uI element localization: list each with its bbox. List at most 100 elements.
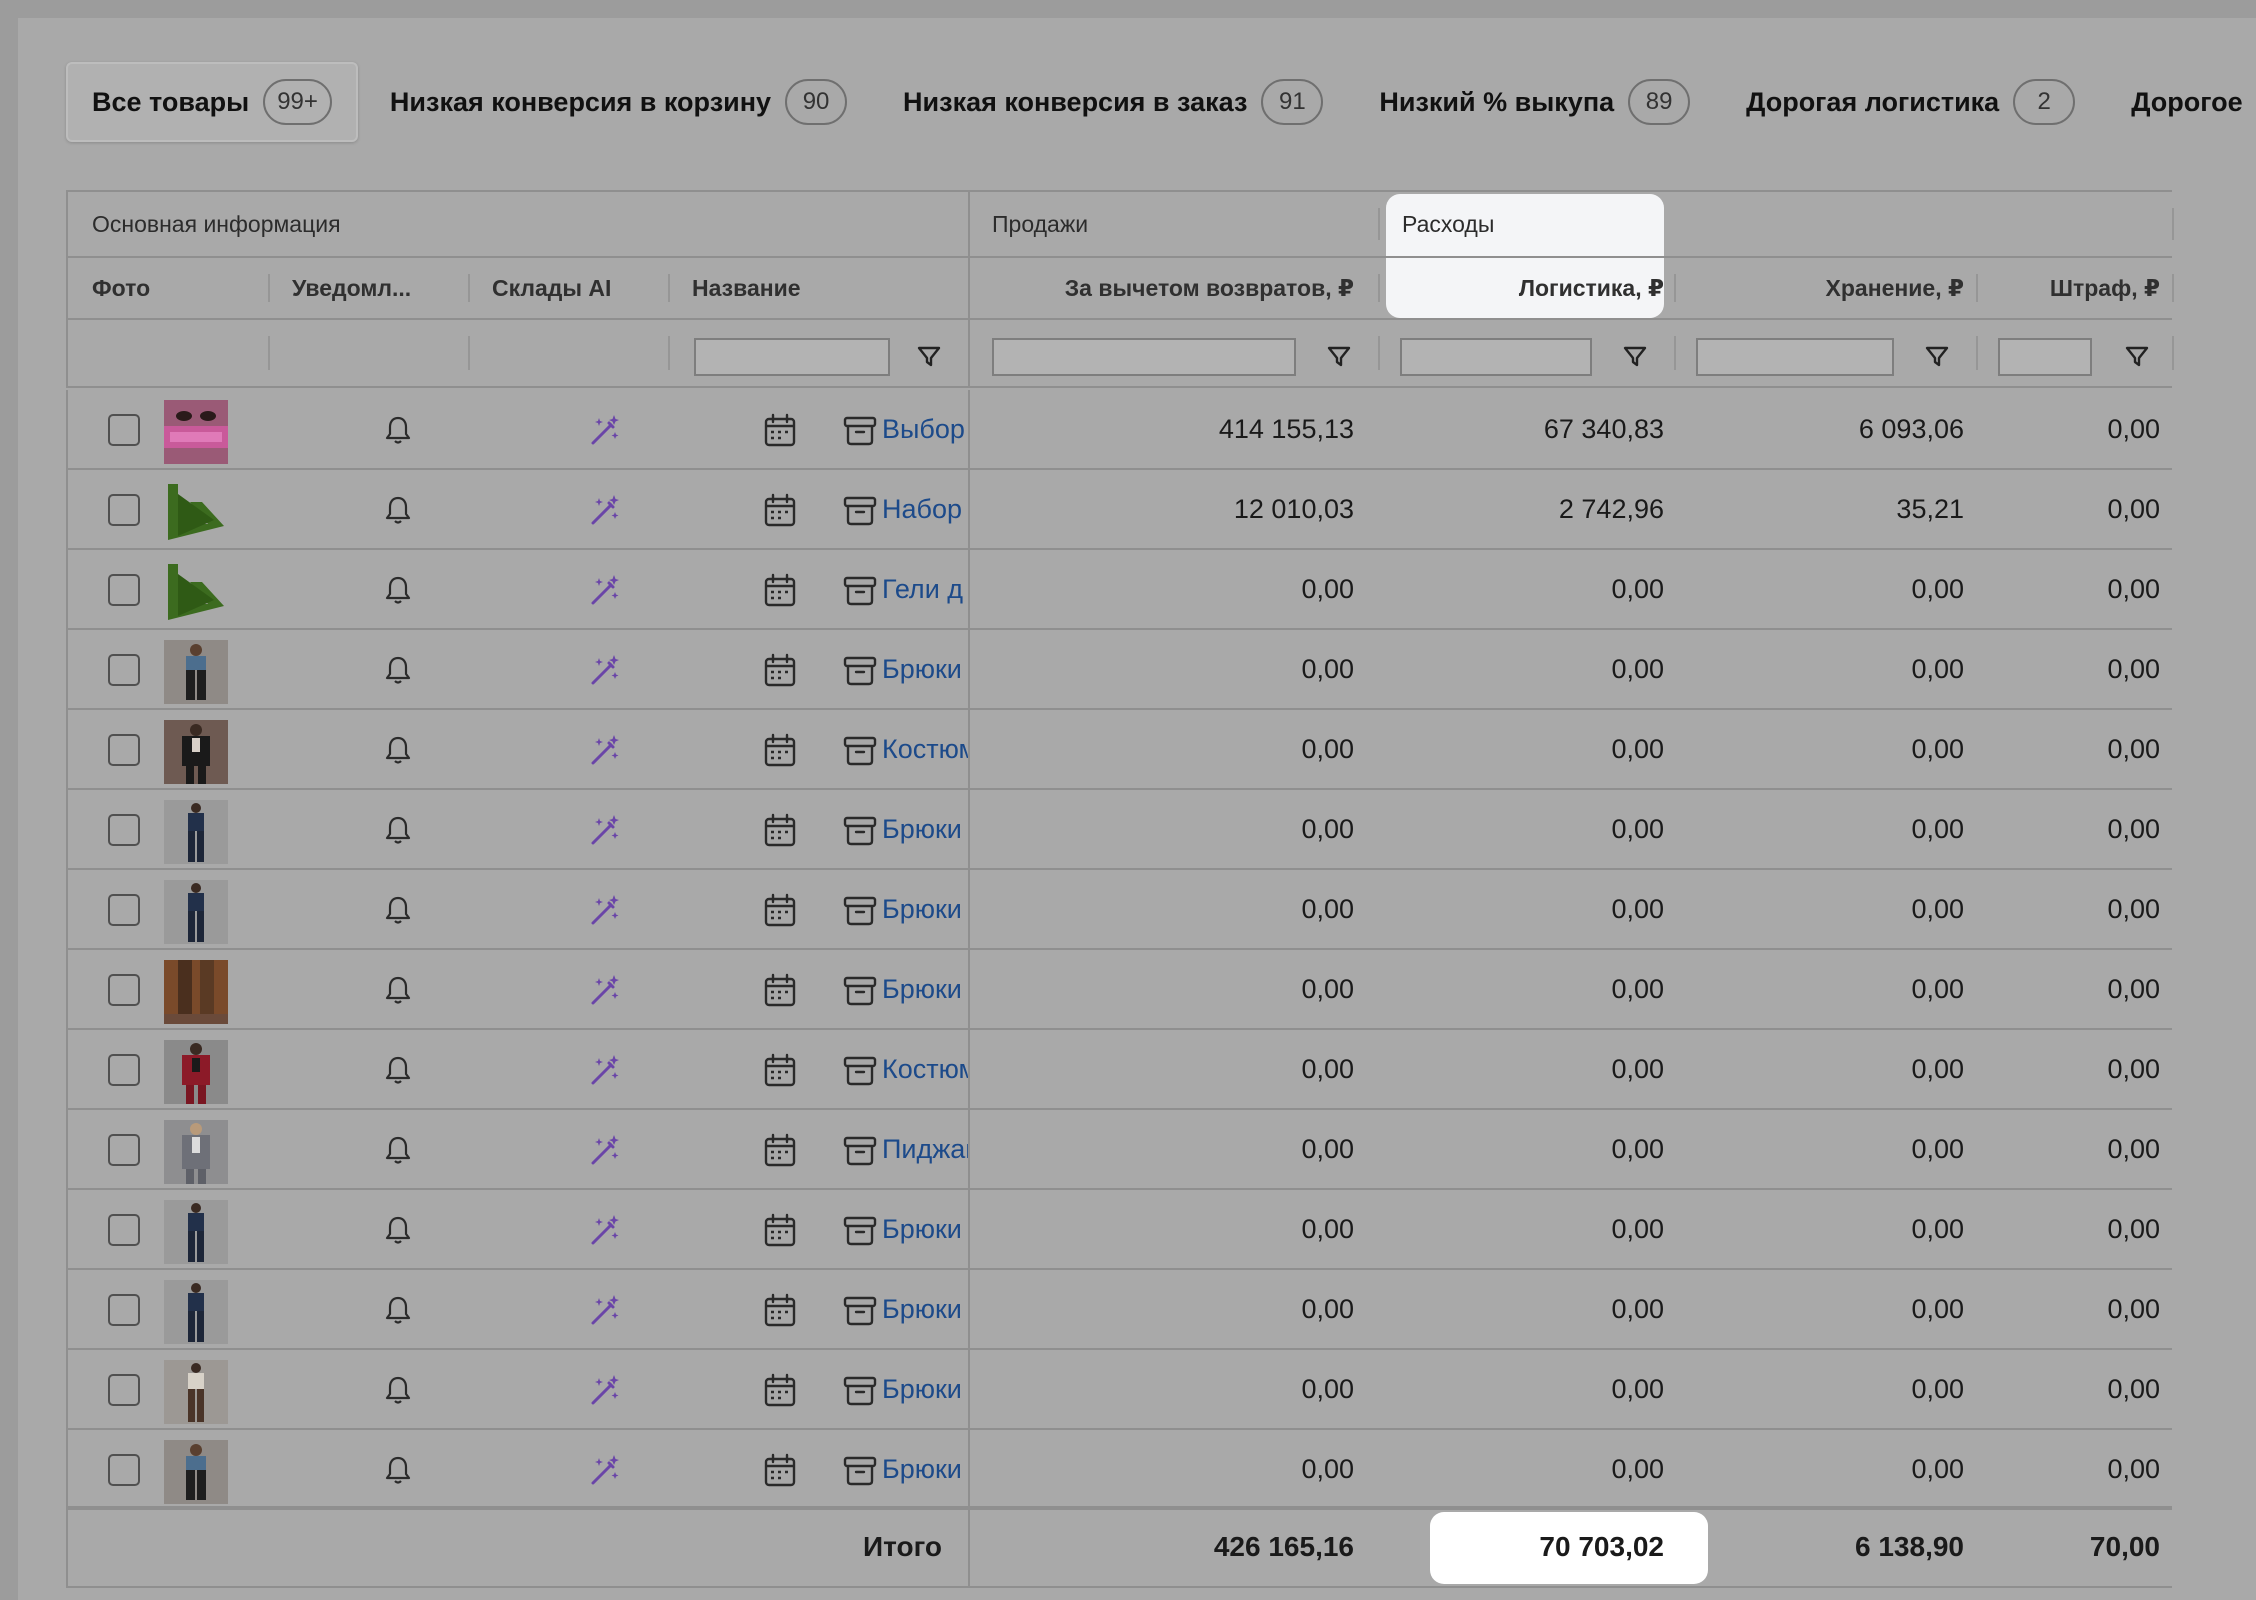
fine-filter-input[interactable] (1998, 338, 2092, 376)
product-name-link[interactable]: Брюки (882, 1190, 968, 1268)
product-thumbnail[interactable] (164, 640, 228, 704)
magic-wand-icon[interactable] (584, 1290, 624, 1330)
column-divider[interactable] (1378, 274, 1380, 302)
column-divider[interactable] (1674, 274, 1676, 302)
product-name-link[interactable]: Брюки (882, 790, 968, 868)
table-row[interactable]: Брюки 0,00 0,00 0,00 0,00 (66, 950, 2172, 1030)
product-name-link[interactable]: Брюки (882, 1270, 968, 1348)
col-fine[interactable]: Штраф, ₽ (1998, 258, 2160, 318)
calendar-icon[interactable] (760, 650, 800, 690)
row-checkbox[interactable] (108, 414, 140, 446)
product-thumbnail[interactable] (164, 1440, 228, 1504)
product-name-link[interactable]: Костюм (882, 1030, 968, 1108)
product-name-link[interactable]: Гели д (882, 550, 968, 628)
magic-wand-icon[interactable] (584, 810, 624, 850)
tab-expensive-cut[interactable]: Дорогое (2107, 62, 2242, 142)
bell-icon[interactable] (378, 1370, 418, 1410)
archive-icon[interactable] (840, 890, 880, 930)
magic-wand-icon[interactable] (584, 890, 624, 930)
bell-icon[interactable] (378, 410, 418, 450)
row-checkbox[interactable] (108, 1054, 140, 1086)
bell-icon[interactable] (378, 970, 418, 1010)
filter-icon[interactable] (1620, 338, 1650, 372)
column-divider[interactable] (1976, 274, 1978, 302)
net-sales-filter-input[interactable] (992, 338, 1296, 376)
tab-all-products[interactable]: Все товары 99+ (66, 62, 358, 142)
filter-icon[interactable] (1324, 338, 1354, 372)
product-thumbnail[interactable] (164, 480, 228, 544)
product-name-link[interactable]: Брюки (882, 950, 968, 1028)
product-name-link[interactable]: Набор (882, 470, 968, 548)
table-row[interactable]: Пиджак 0,00 0,00 0,00 0,00 (66, 1110, 2172, 1190)
magic-wand-icon[interactable] (584, 410, 624, 450)
bell-icon[interactable] (378, 490, 418, 530)
table-row[interactable]: Брюки 0,00 0,00 0,00 0,00 (66, 790, 2172, 870)
storage-filter-input[interactable] (1696, 338, 1894, 376)
table-row[interactable]: Брюки 0,00 0,00 0,00 0,00 (66, 1190, 2172, 1270)
product-name-link[interactable]: Костюм (882, 710, 968, 788)
calendar-icon[interactable] (760, 570, 800, 610)
row-checkbox[interactable] (108, 654, 140, 686)
archive-icon[interactable] (840, 490, 880, 530)
tab-expensive-logistics[interactable]: Дорогая логистика 2 (1722, 62, 2099, 142)
logistics-filter-input[interactable] (1400, 338, 1592, 376)
col-net-sales[interactable]: За вычетом возвратов, ₽ (992, 258, 1354, 318)
row-checkbox[interactable] (108, 814, 140, 846)
product-thumbnail[interactable] (164, 1120, 228, 1184)
product-thumbnail[interactable] (164, 880, 228, 944)
product-name-link[interactable]: Пиджак (882, 1110, 968, 1188)
col-logistics[interactable]: Логистика, ₽ (1402, 258, 1664, 318)
magic-wand-icon[interactable] (584, 1130, 624, 1170)
row-checkbox[interactable] (108, 1294, 140, 1326)
bell-icon[interactable] (378, 1130, 418, 1170)
bell-icon[interactable] (378, 570, 418, 610)
table-row[interactable]: Брюки 0,00 0,00 0,00 0,00 (66, 1350, 2172, 1430)
archive-icon[interactable] (840, 1290, 880, 1330)
row-checkbox[interactable] (108, 574, 140, 606)
magic-wand-icon[interactable] (584, 970, 624, 1010)
magic-wand-icon[interactable] (584, 490, 624, 530)
bell-icon[interactable] (378, 650, 418, 690)
archive-icon[interactable] (840, 1450, 880, 1490)
col-name[interactable]: Название (692, 258, 801, 318)
table-row[interactable]: Брюки 0,00 0,00 0,00 0,00 (66, 1270, 2172, 1350)
calendar-icon[interactable] (760, 490, 800, 530)
table-row[interactable]: Брюки 0,00 0,00 0,00 0,00 (66, 630, 2172, 710)
table-row[interactable]: Костюм 0,00 0,00 0,00 0,00 (66, 710, 2172, 790)
bell-icon[interactable] (378, 1210, 418, 1250)
calendar-icon[interactable] (760, 730, 800, 770)
product-thumbnail[interactable] (164, 960, 228, 1024)
column-divider[interactable] (268, 274, 270, 302)
tab-low-order-conversion[interactable]: Низкая конверсия в заказ 91 (879, 62, 1347, 142)
product-name-link[interactable]: Брюки (882, 1430, 968, 1508)
filter-icon[interactable] (2122, 338, 2152, 372)
calendar-icon[interactable] (760, 970, 800, 1010)
calendar-icon[interactable] (760, 1370, 800, 1410)
product-thumbnail[interactable] (164, 1280, 228, 1344)
row-checkbox[interactable] (108, 974, 140, 1006)
calendar-icon[interactable] (760, 1450, 800, 1490)
archive-icon[interactable] (840, 1370, 880, 1410)
tab-low-buyout[interactable]: Низкий % выкупа 89 (1355, 62, 1714, 142)
archive-icon[interactable] (840, 410, 880, 450)
magic-wand-icon[interactable] (584, 1370, 624, 1410)
calendar-icon[interactable] (760, 1050, 800, 1090)
archive-icon[interactable] (840, 810, 880, 850)
calendar-icon[interactable] (760, 410, 800, 450)
magic-wand-icon[interactable] (584, 1450, 624, 1490)
product-thumbnail[interactable] (164, 1200, 228, 1264)
bell-icon[interactable] (378, 1450, 418, 1490)
product-name-link[interactable]: Выбор (882, 390, 968, 468)
table-row[interactable]: Костюм 0,00 0,00 0,00 0,00 (66, 1030, 2172, 1110)
table-row[interactable]: Брюки 0,00 0,00 0,00 0,00 (66, 870, 2172, 950)
table-row[interactable]: Выбор 414 155,13 67 340,83 6 093,06 0,00 (66, 390, 2172, 470)
calendar-icon[interactable] (760, 1290, 800, 1330)
table-row[interactable]: Гели д 0,00 0,00 0,00 0,00 (66, 550, 2172, 630)
product-thumbnail[interactable] (164, 1040, 228, 1104)
col-photo[interactable]: Фото (92, 258, 150, 318)
row-checkbox[interactable] (108, 1454, 140, 1486)
row-checkbox[interactable] (108, 1374, 140, 1406)
product-thumbnail[interactable] (164, 560, 228, 624)
magic-wand-icon[interactable] (584, 570, 624, 610)
magic-wand-icon[interactable] (584, 650, 624, 690)
